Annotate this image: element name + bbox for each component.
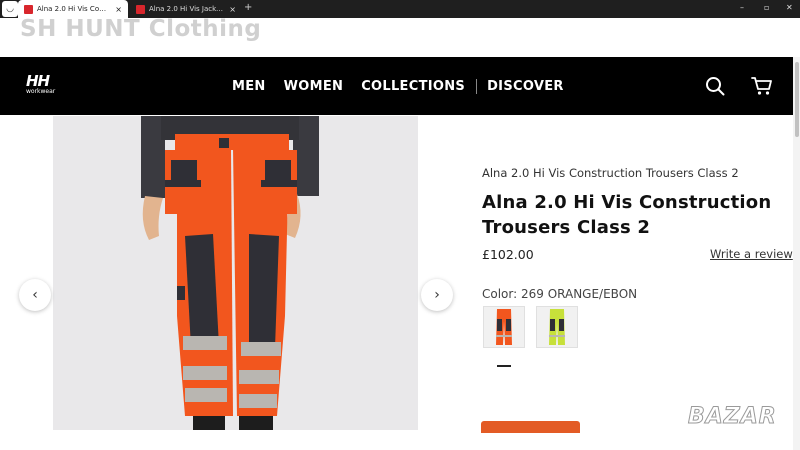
tab-close-icon[interactable]: × <box>115 5 122 14</box>
tab-label: Alna 2.0 Hi Vis Construction Tr... <box>37 5 109 13</box>
breadcrumb[interactable]: Alna 2.0 Hi Vis Construction Trousers Cl… <box>482 166 739 180</box>
chevron-left-icon: ‹ <box>32 287 38 303</box>
gallery-next-button[interactable]: › <box>421 279 453 311</box>
tab-close-icon[interactable]: × <box>229 5 236 14</box>
product-title: Alna 2.0 Hi Vis Construction Trousers Cl… <box>482 192 772 238</box>
swatch-yellow[interactable] <box>536 306 578 348</box>
search-icon[interactable] <box>704 75 726 97</box>
nav-item-men[interactable]: MEN <box>232 79 266 94</box>
nav-divider <box>476 79 478 94</box>
new-tab-button[interactable]: + <box>244 2 252 13</box>
browser-menu-icon[interactable]: ◡ <box>2 1 18 17</box>
watermark-logo: BAZAR <box>688 404 777 430</box>
main-nav: MEN WOMEN COLLECTIONS DISCOVER <box>232 79 582 94</box>
color-label: Color: 269 ORANGE/EBON <box>482 287 638 301</box>
selected-swatch-indicator <box>497 365 511 367</box>
brand-logo[interactable]: HH workwear <box>26 72 56 96</box>
site-header: HH workwear MEN WOMEN COLLECTIONS DISCOV… <box>0 57 800 115</box>
add-to-cart-button[interactable] <box>481 421 580 433</box>
logo-mark: HH <box>26 72 50 90</box>
tab-label: Alna 2.0 Hi Vis Jacket | HH Wor... <box>149 5 223 13</box>
swatch-orange-icon <box>496 309 512 345</box>
gallery-prev-button[interactable]: ‹ <box>19 279 51 311</box>
nav-item-discover[interactable]: DISCOVER <box>487 79 564 94</box>
logo-subtext: workwear <box>26 88 56 95</box>
trousers-illustration <box>141 116 319 430</box>
favicon-icon <box>136 4 145 14</box>
nav-item-collections[interactable]: COLLECTIONS <box>361 79 465 94</box>
favicon-icon <box>24 4 33 14</box>
watermark-text: SH HUNT Clothing <box>20 16 262 42</box>
write-review-link[interactable]: Write a review <box>710 247 793 261</box>
nav-item-women[interactable]: WOMEN <box>284 79 344 94</box>
maximize-button[interactable]: ▫ <box>764 3 769 12</box>
scrollbar-thumb[interactable] <box>795 62 799 137</box>
page-bottom <box>0 430 800 450</box>
cart-icon[interactable] <box>751 75 773 97</box>
window-close-button[interactable]: ✕ <box>786 3 793 12</box>
swatch-orange[interactable] <box>483 306 525 348</box>
swatch-yellow-icon <box>549 309 565 345</box>
chevron-right-icon: › <box>434 287 440 303</box>
product-image <box>53 116 418 430</box>
product-price: £102.00 <box>482 247 534 262</box>
minimize-button[interactable]: – <box>740 3 744 12</box>
